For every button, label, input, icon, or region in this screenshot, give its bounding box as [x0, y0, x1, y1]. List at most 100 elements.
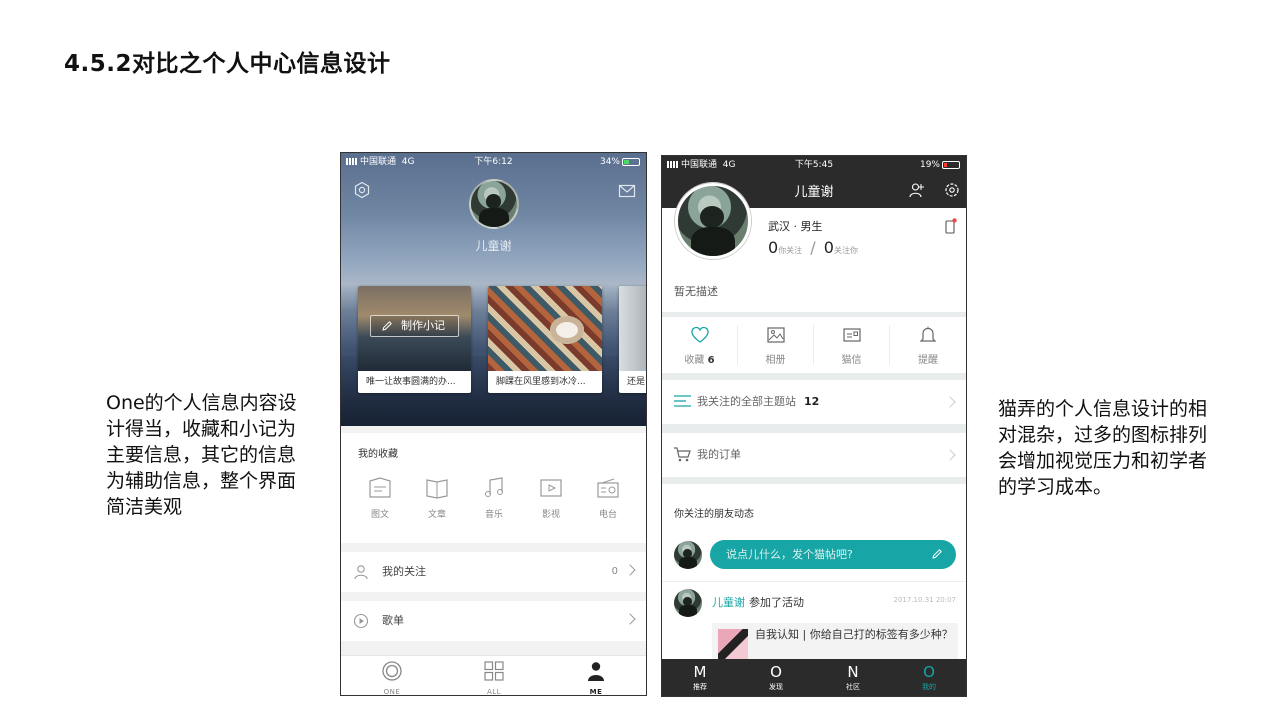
- tab-all[interactable]: ALL: [464, 660, 524, 696]
- tab-mine[interactable]: O 我的: [899, 663, 959, 692]
- favorite-image-text[interactable]: 图文: [360, 477, 400, 520]
- status-bar: 中国联通 4G 下午6:12 34%: [341, 153, 646, 171]
- person-icon: [354, 565, 368, 580]
- music-note-icon: [485, 477, 503, 497]
- tab-bar: M 推荐 O 发现 N 社区 O 我的: [662, 659, 966, 696]
- phone-maonong-screenshot: 中国联通 4G 下午5:45 19% 儿童谢 武汉 · 男生 0你关注 / 0关…: [661, 155, 967, 697]
- cat-mail-button[interactable]: 猫信: [814, 325, 890, 366]
- tab-one[interactable]: ONE: [362, 660, 422, 695]
- slide-title: 4.5.2对比之个人中心信息设计: [64, 51, 391, 77]
- username: 儿童谢: [475, 239, 512, 253]
- chevron-right-icon: [944, 449, 956, 461]
- avatar[interactable]: [674, 541, 702, 569]
- favorite-label: 电台: [598, 510, 617, 520]
- activity-thumbnail: [718, 629, 748, 660]
- follow-separator: /: [810, 238, 816, 257]
- play-circle-icon: [353, 613, 369, 629]
- row-count: 0: [611, 566, 618, 577]
- favorite-label: 影视: [541, 510, 560, 520]
- followers-count: 0: [823, 238, 834, 257]
- tab-community[interactable]: N 社区: [823, 663, 883, 692]
- pencil-icon: [382, 321, 392, 331]
- activity-card[interactable]: 自我认知 | 你给自己打的标签有多少种？: [712, 623, 958, 660]
- status-bar: 中国联通 4G 下午5:45 19%: [662, 156, 966, 174]
- cocoa-cup-image: [550, 316, 584, 344]
- avatar[interactable]: [674, 589, 702, 617]
- favorites-button[interactable]: 收藏 6: [662, 325, 738, 366]
- person-icon: [588, 662, 604, 681]
- note-card[interactable]: 还是: [619, 286, 646, 393]
- battery-percent: 34%: [599, 157, 620, 167]
- mail-icon[interactable]: [618, 182, 636, 200]
- profile-meta: 武汉 · 男生: [768, 220, 823, 233]
- follow-stats[interactable]: 0你关注 / 0关注你: [768, 238, 858, 257]
- book-icon: [426, 479, 448, 499]
- post-input[interactable]: 说点儿什么，发个猫帖吧?: [710, 540, 956, 569]
- grid-icon: [484, 661, 504, 681]
- o-icon: O: [923, 663, 935, 681]
- tab-recommend[interactable]: M 推荐: [670, 663, 730, 692]
- photo-icon: [766, 327, 785, 343]
- add-friend-icon[interactable]: [909, 182, 925, 198]
- tab-label: 社区: [846, 683, 860, 691]
- quick-label: 相册: [765, 355, 786, 366]
- quick-label: 提醒: [918, 355, 938, 366]
- avatar[interactable]: [675, 183, 751, 259]
- playlist-row[interactable]: 歌单: [341, 601, 646, 641]
- radio-icon: [597, 478, 619, 498]
- caption-one: One的个人信息内容设计得当，收藏和小记为主要信息，其它的信息为辅助信息，整个界…: [106, 392, 297, 518]
- feed-action: 参加了活动: [749, 596, 804, 609]
- post-placeholder: 说点儿什么，发个猫帖吧?: [726, 548, 853, 561]
- note-card[interactable]: 制作小记 唯一让故事圆满的办...: [358, 286, 471, 393]
- tab-discover[interactable]: O 发现: [746, 663, 806, 692]
- favorite-articles[interactable]: 文章: [417, 477, 457, 520]
- tab-label: ME: [589, 688, 603, 696]
- album-button[interactable]: 相册: [738, 325, 814, 366]
- row-count: 12: [804, 395, 820, 408]
- heart-icon: [690, 326, 709, 343]
- favorite-music[interactable]: 音乐: [474, 477, 514, 520]
- quick-label: 猫信: [841, 355, 862, 366]
- tab-label: ALL: [486, 688, 502, 696]
- row-label: 歌单: [382, 614, 404, 627]
- quick-actions: 收藏 6 相册 猫信 提醒: [662, 317, 966, 373]
- battery-icon: [942, 160, 960, 169]
- tab-label: 我的: [922, 683, 936, 691]
- cart-icon: [674, 447, 691, 462]
- my-orders-row[interactable]: 我的订单: [662, 433, 966, 477]
- battery-percent: 19%: [919, 160, 940, 170]
- feed-item[interactable]: 儿童谢 参加了活动 2017.10.31 20:07 自我认知 | 你给自己打的标…: [662, 581, 966, 660]
- chevron-right-icon: [944, 396, 956, 408]
- note-card[interactable]: 脚踝在风里感到冰冷...: [488, 286, 602, 393]
- favorites-title: 我的收藏: [358, 449, 398, 460]
- my-following-row[interactable]: 我的关注 0: [341, 552, 646, 592]
- friends-feed: 你关注的朋友动态 说点儿什么，发个猫帖吧? 儿童谢 参加了活动 2017.10.3…: [662, 484, 966, 660]
- one-ring-icon: [382, 661, 402, 681]
- avatar[interactable]: [469, 179, 519, 229]
- battery-icon: [622, 157, 640, 166]
- reminder-button[interactable]: 提醒: [890, 325, 966, 366]
- favorite-radio[interactable]: 电台: [588, 477, 628, 520]
- tab-bar: ONE ALL ME: [341, 655, 646, 696]
- video-icon: [540, 479, 562, 497]
- message-card-icon: [842, 328, 861, 342]
- followers-label: 关注你: [833, 246, 858, 255]
- row-label: 我的关注: [382, 565, 426, 578]
- tab-me[interactable]: ME: [566, 660, 626, 696]
- phone-device-icon[interactable]: [943, 218, 957, 234]
- favorite-video[interactable]: 影视: [531, 477, 571, 520]
- followed-topics-row[interactable]: 我关注的全部主题站 12: [662, 380, 966, 424]
- bell-icon: [919, 326, 937, 342]
- feed-title: 你关注的朋友动态: [674, 509, 754, 520]
- favorite-label: 图文: [370, 510, 389, 520]
- quick-count: 6: [707, 355, 715, 366]
- profile-description: 暂无描述: [674, 285, 718, 298]
- following-count: 0: [768, 238, 779, 257]
- note-card-caption: 脚踝在风里感到冰冷...: [496, 377, 586, 387]
- favorite-label: 音乐: [484, 510, 503, 520]
- note-card-caption: 唯一让故事圆满的办...: [366, 377, 456, 387]
- settings-icon[interactable]: [944, 182, 960, 198]
- settings-icon[interactable]: [353, 181, 371, 199]
- feed-user-name[interactable]: 儿童谢: [712, 596, 745, 609]
- make-note-button[interactable]: 制作小记: [370, 315, 459, 337]
